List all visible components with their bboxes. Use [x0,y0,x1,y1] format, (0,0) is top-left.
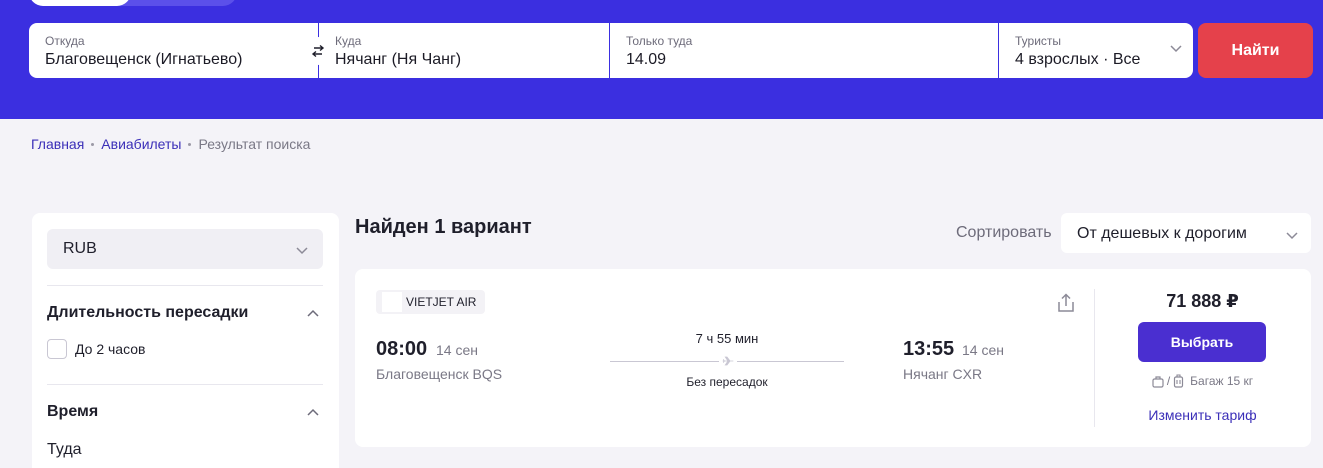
departure-time: 08:00 [376,338,428,360]
swap-button[interactable] [304,37,332,65]
search-form: Откуда Благовещенск (Игнатьево) Куда Няч… [29,23,1193,78]
from-field[interactable]: Откуда Благовещенск (Игнатьево) [29,23,332,78]
search-mode-tabs [29,0,237,6]
filters-panel: RUB Длительность пересадки До 2 часов Вр… [32,213,339,468]
date-field[interactable]: Только туда 14.09 [610,23,999,78]
transfer-option-row[interactable]: До 2 часов [47,339,145,359]
departure-city: Благовещенск BQS [376,366,503,382]
arrival-time: 13:55 [903,338,955,360]
to-label: Куда [335,34,362,48]
chevron-down-icon [1286,232,1298,240]
airline-badge: VIETJET AIR [376,290,486,314]
stops-info: Без пересадок [686,375,768,389]
airline-logo [382,292,402,312]
plane-icon [719,354,737,368]
to-value[interactable]: Нячанг (Ня Чанг) [335,51,609,69]
transfer-duration-title[interactable]: Длительность пересадки [47,304,248,322]
sort-value: От дешевых к дорогим [1077,225,1247,242]
transfer-checkbox[interactable] [47,339,67,359]
arrival-date: 14 сен [962,342,1004,358]
chevron-down-icon [1170,45,1182,53]
tourists-field[interactable]: Туристы 4 взрослых · Все [999,23,1193,78]
find-button[interactable]: Найти [1198,23,1313,78]
from-label: Откуда [45,34,85,48]
breadcrumb-current: Результат поиска [198,136,311,152]
tourists-value[interactable]: 4 взрослых · Все [1015,51,1193,69]
breadcrumb: Главная Авиабилеты Результат поиска [31,136,310,152]
currency-select[interactable]: RUB [47,229,323,269]
baggage-info: / Багаж 15 кг [1095,374,1310,388]
time-title[interactable]: Время [47,403,98,421]
currency-value: RUB [63,240,97,257]
search-header: Откуда Благовещенск (Игнатьево) Куда Няч… [0,0,1323,119]
divider [47,285,323,286]
tourists-label: Туристы [1015,34,1062,48]
baggage-slash: / [1166,374,1171,388]
breadcrumb-flights[interactable]: Авиабилеты [101,136,181,152]
chevron-down-icon [296,247,308,255]
suitcase-icon [1174,374,1184,388]
breadcrumb-separator [91,142,95,146]
from-value[interactable]: Благовещенск (Игнатьево) [45,51,318,69]
swap-icon [311,44,325,58]
transfer-option-label: До 2 часов [75,341,146,357]
search-mode-tab-active[interactable] [29,0,131,6]
chevron-up-icon[interactable] [306,307,320,321]
change-fare-link[interactable]: Изменить тариф [1095,407,1310,423]
chevron-up-icon[interactable] [306,406,320,420]
breadcrumb-separator [188,142,192,146]
departure-date: 14 сен [436,342,478,358]
time-direction-label: Туда [47,441,82,458]
baggage-text: Багаж 15 кг [1190,374,1254,388]
flight-duration: 7 ч 55 мин [695,331,759,346]
breadcrumb-home[interactable]: Главная [31,136,84,152]
share-icon[interactable] [1057,293,1075,313]
divider [47,384,323,385]
ticket-price: 71 888 ₽ [1166,291,1239,311]
date-value[interactable]: 14.09 [626,51,998,69]
select-button[interactable]: Выбрать [1138,322,1266,362]
results-count: Найден 1 вариант [355,216,532,238]
ticket-card: VIETJET AIR 08:00 14 сен Благовещенск BQ… [355,269,1311,447]
to-field[interactable]: Куда Нячанг (Ня Чанг) [319,23,610,78]
sort-label: Сортировать [956,224,1052,241]
date-label: Только туда [626,34,693,48]
hand-luggage-icon [1152,375,1164,388]
sort-select[interactable]: От дешевых к дорогим [1061,213,1311,253]
arrival-city: Нячанг CXR [903,366,983,382]
airline-name: VIETJET AIR [406,295,477,309]
